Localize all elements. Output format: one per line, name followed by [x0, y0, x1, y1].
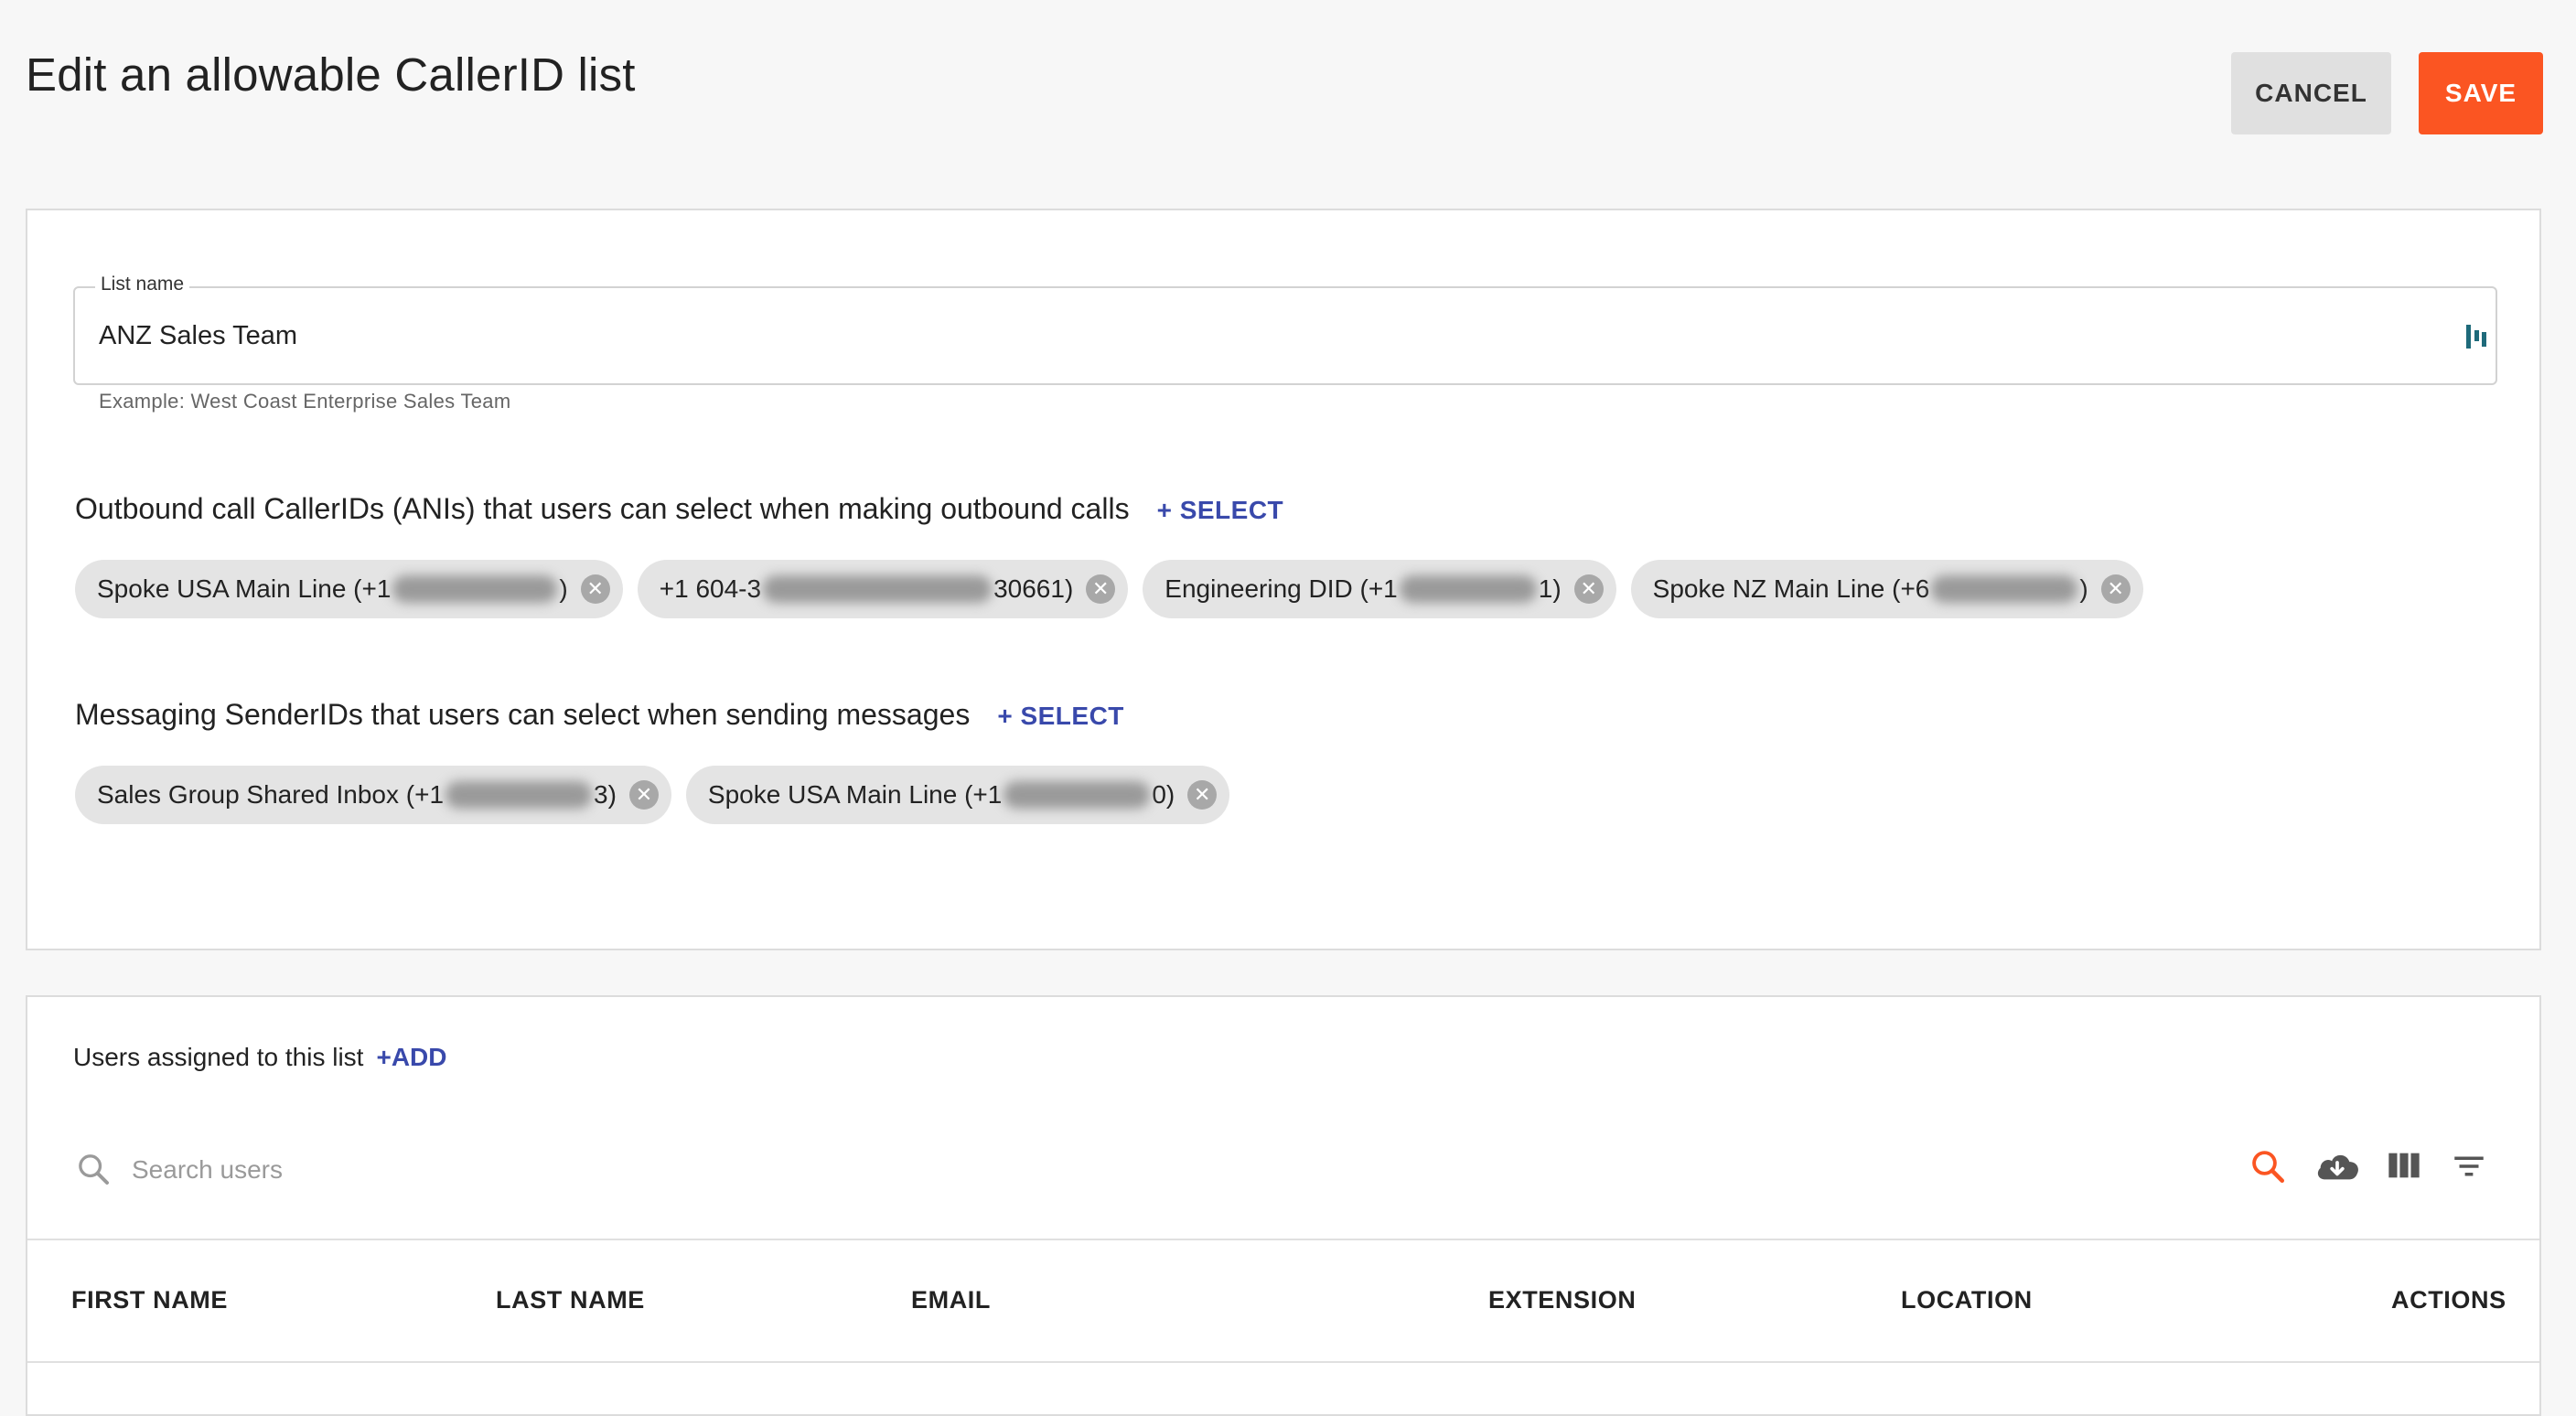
column-first-name[interactable]: FIRST NAME: [71, 1286, 228, 1314]
cloud-download-icon[interactable]: [2314, 1149, 2360, 1190]
view-columns-icon[interactable]: [2386, 1147, 2422, 1188]
column-location[interactable]: LOCATION: [1901, 1286, 2033, 1314]
password-manager-icon[interactable]: [2464, 323, 2488, 355]
cancel-button[interactable]: CANCEL: [2231, 52, 2391, 134]
chip-label-prefix: Spoke USA Main Line (+1: [707, 780, 1003, 809]
assigned-users-card: Users assigned to this list +ADD Search …: [26, 995, 2541, 1416]
chip-label-suffix: 0): [1152, 780, 1175, 809]
chip-label-suffix: ): [559, 574, 568, 603]
list-settings-card: List name ANZ Sales Team Example: West C…: [26, 209, 2541, 950]
column-extension[interactable]: EXTENSION: [1488, 1286, 1636, 1314]
redacted-number: [1004, 781, 1151, 809]
cancel-circle-icon[interactable]: ✕: [580, 574, 610, 604]
outbound-heading: Outbound call CallerIDs (ANIs) that user…: [75, 492, 1283, 526]
cancel-circle-icon[interactable]: ✕: [1573, 574, 1604, 604]
chip-label-prefix: +1 604-3: [659, 574, 762, 603]
page-title: Edit an allowable CallerID list: [26, 48, 636, 101]
messaging-chip: Spoke USA Main Line (+1 0) ✕: [685, 766, 1230, 824]
chip-label-prefix: Spoke USA Main Line (+1: [97, 574, 392, 603]
column-actions: ACTIONS: [2391, 1286, 2506, 1314]
filter-list-icon[interactable]: [2450, 1147, 2488, 1190]
chip-label-prefix: Sales Group Shared Inbox (+1: [97, 780, 445, 809]
redacted-number: [1399, 575, 1537, 603]
outbound-chip: Spoke NZ Main Line (+6) ✕: [1630, 560, 2143, 618]
redacted-number: [445, 781, 593, 809]
column-email[interactable]: EMAIL: [911, 1286, 991, 1314]
messaging-chip: Sales Group Shared Inbox (+1 3) ✕: [75, 766, 671, 824]
users-heading: Users assigned to this list +ADD: [73, 1043, 446, 1072]
outbound-select-link[interactable]: + SELECT: [1157, 496, 1284, 524]
chip-label-prefix: Engineering DID (+1: [1165, 574, 1398, 603]
redacted-number: [1931, 575, 2078, 603]
list-name-helper: Example: West Coast Enterprise Sales Tea…: [99, 390, 511, 413]
outbound-chip: Spoke USA Main Line (+1) ✕: [75, 560, 623, 618]
add-users-link[interactable]: +ADD: [376, 1043, 446, 1071]
chip-label-prefix: Spoke NZ Main Line (+6: [1652, 574, 1930, 603]
redacted-number: [763, 575, 993, 603]
outbound-heading-text: Outbound call CallerIDs (ANIs) that user…: [75, 492, 1130, 525]
list-name-field[interactable]: List name ANZ Sales Team: [73, 274, 2497, 385]
column-last-name[interactable]: LAST NAME: [496, 1286, 645, 1314]
users-heading-text: Users assigned to this list: [73, 1043, 364, 1071]
chip-label-suffix: 30661): [993, 574, 1074, 603]
list-name-label: List name: [95, 274, 190, 295]
chip-label-suffix: 3): [594, 780, 617, 809]
messaging-chips: Sales Group Shared Inbox (+1 3) ✕ Spoke U…: [75, 766, 1230, 824]
chip-label-suffix: 1): [1538, 574, 1562, 603]
messaging-heading: Messaging SenderIDs that users can selec…: [75, 698, 1124, 732]
list-name-value[interactable]: ANZ Sales Team: [99, 321, 297, 351]
save-button[interactable]: SAVE: [2419, 52, 2543, 134]
cancel-circle-icon[interactable]: ✕: [2100, 574, 2131, 604]
messaging-select-link[interactable]: + SELECT: [997, 702, 1124, 730]
outbound-chip: Engineering DID (+1 1) ✕: [1143, 560, 1616, 618]
search-users-input[interactable]: [130, 1149, 774, 1191]
cancel-circle-icon[interactable]: ✕: [628, 780, 659, 810]
chip-label-suffix: ): [2079, 574, 2088, 603]
messaging-heading-text: Messaging SenderIDs that users can selec…: [75, 698, 971, 731]
outbound-chip: +1 604-3 30661) ✕: [637, 560, 1129, 618]
search-icon: [75, 1151, 112, 1192]
cancel-circle-icon[interactable]: ✕: [1187, 780, 1218, 810]
redacted-number: [392, 575, 558, 603]
search-icon[interactable]: [2249, 1147, 2287, 1190]
cancel-circle-icon[interactable]: ✕: [1086, 574, 1116, 604]
outbound-chips: Spoke USA Main Line (+1) ✕ +1 604-3 30661…: [75, 560, 2143, 618]
users-table-header: FIRST NAME LAST NAME EMAIL EXTENSION LOC…: [27, 1239, 2539, 1363]
